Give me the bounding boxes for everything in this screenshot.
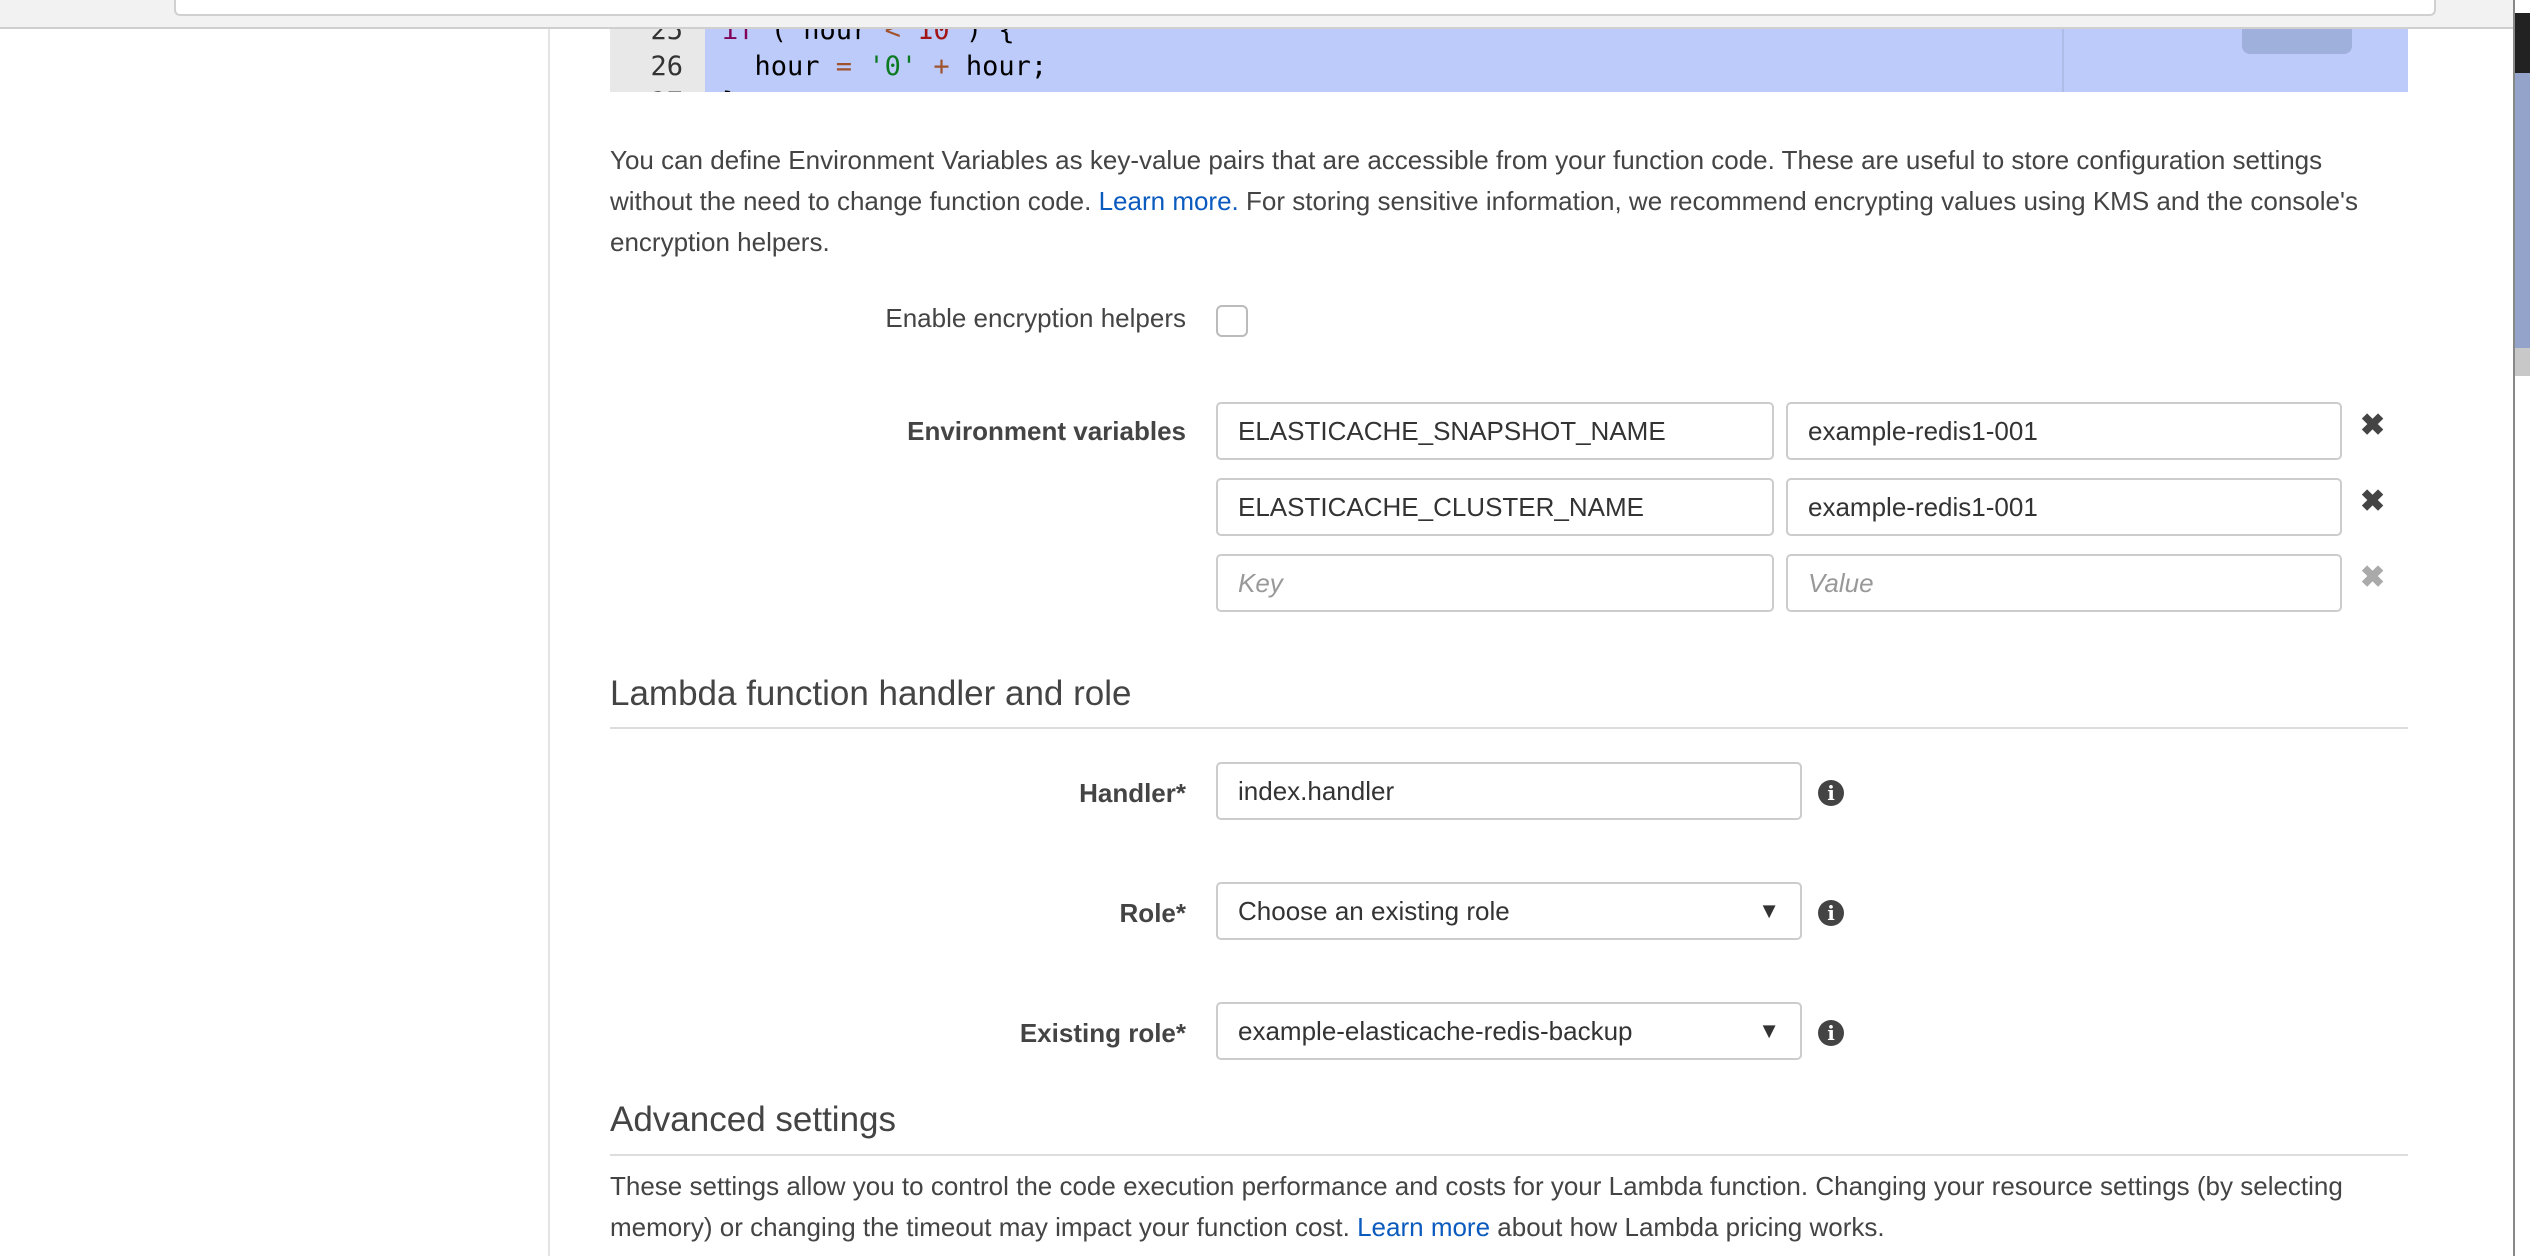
handler-input[interactable] (1216, 762, 1802, 820)
role-label: Role* (1119, 898, 1186, 928)
info-icon[interactable]: i (1818, 780, 1844, 806)
print-margin (2062, 29, 2064, 92)
browser-address-area (174, 0, 2436, 16)
advanced-description: These settings allow you to control the … (610, 1171, 2343, 1242)
code-line: hour = '0' + hour; (722, 51, 1048, 82)
pricing-learn-more-link[interactable]: Learn more (1357, 1212, 1490, 1242)
background-window (2513, 0, 2530, 1256)
role-select-value: Choose an existing role (1238, 896, 1510, 926)
caret-down-icon: ▼ (1758, 898, 1780, 923)
role-select[interactable]: Choose an existing role ▼ (1216, 882, 1802, 940)
env-value-input[interactable] (1786, 402, 2342, 460)
code-line: } (722, 87, 738, 92)
env-description: You can define Environment Variables as … (610, 145, 2358, 257)
existing-role-select[interactable]: example-elasticache-redis-backup ▼ (1216, 1002, 1802, 1060)
line-number: 25 (650, 29, 683, 46)
line-number: 26 (650, 51, 683, 82)
remove-icon[interactable]: ✖ (2360, 560, 2385, 595)
line-number-gutter: 25 26 27 (610, 29, 705, 92)
code-editor[interactable]: 25 26 27 if ( hour < 10 ) { hour = '0' +… (610, 29, 2408, 92)
remove-icon[interactable]: ✖ (2360, 408, 2385, 443)
env-variables-label: Environment variables (907, 416, 1186, 446)
learn-more-link[interactable]: Learn more. (1099, 186, 1239, 216)
encryption-label: Enable encryption helpers (885, 303, 1186, 333)
info-icon[interactable]: i (1818, 1020, 1844, 1046)
env-value-input[interactable] (1786, 554, 2342, 612)
editor-scrollbar-thumb[interactable] (2242, 29, 2352, 54)
divider (610, 727, 2408, 729)
line-number: 27 (650, 87, 683, 92)
handler-section-title: Lambda function handler and role (610, 674, 1132, 713)
env-key-input[interactable] (1216, 402, 1774, 460)
env-value-input[interactable] (1786, 478, 2342, 536)
remove-icon[interactable]: ✖ (2360, 484, 2385, 519)
advanced-settings-title: Advanced settings (610, 1100, 897, 1139)
env-key-input[interactable] (1216, 478, 1774, 536)
existing-role-label: Existing role* (1019, 1018, 1186, 1048)
sidebar-divider (548, 29, 550, 1256)
code-line: if ( hour < 10 ) { (722, 29, 1015, 46)
encryption-checkbox[interactable] (1216, 305, 1248, 337)
divider (610, 1154, 2408, 1156)
existing-role-select-value: example-elasticache-redis-backup (1238, 1016, 1633, 1046)
env-key-input[interactable] (1216, 554, 1774, 612)
handler-label: Handler* (1079, 778, 1186, 808)
info-icon[interactable]: i (1818, 900, 1844, 926)
caret-down-icon: ▼ (1758, 1018, 1780, 1043)
